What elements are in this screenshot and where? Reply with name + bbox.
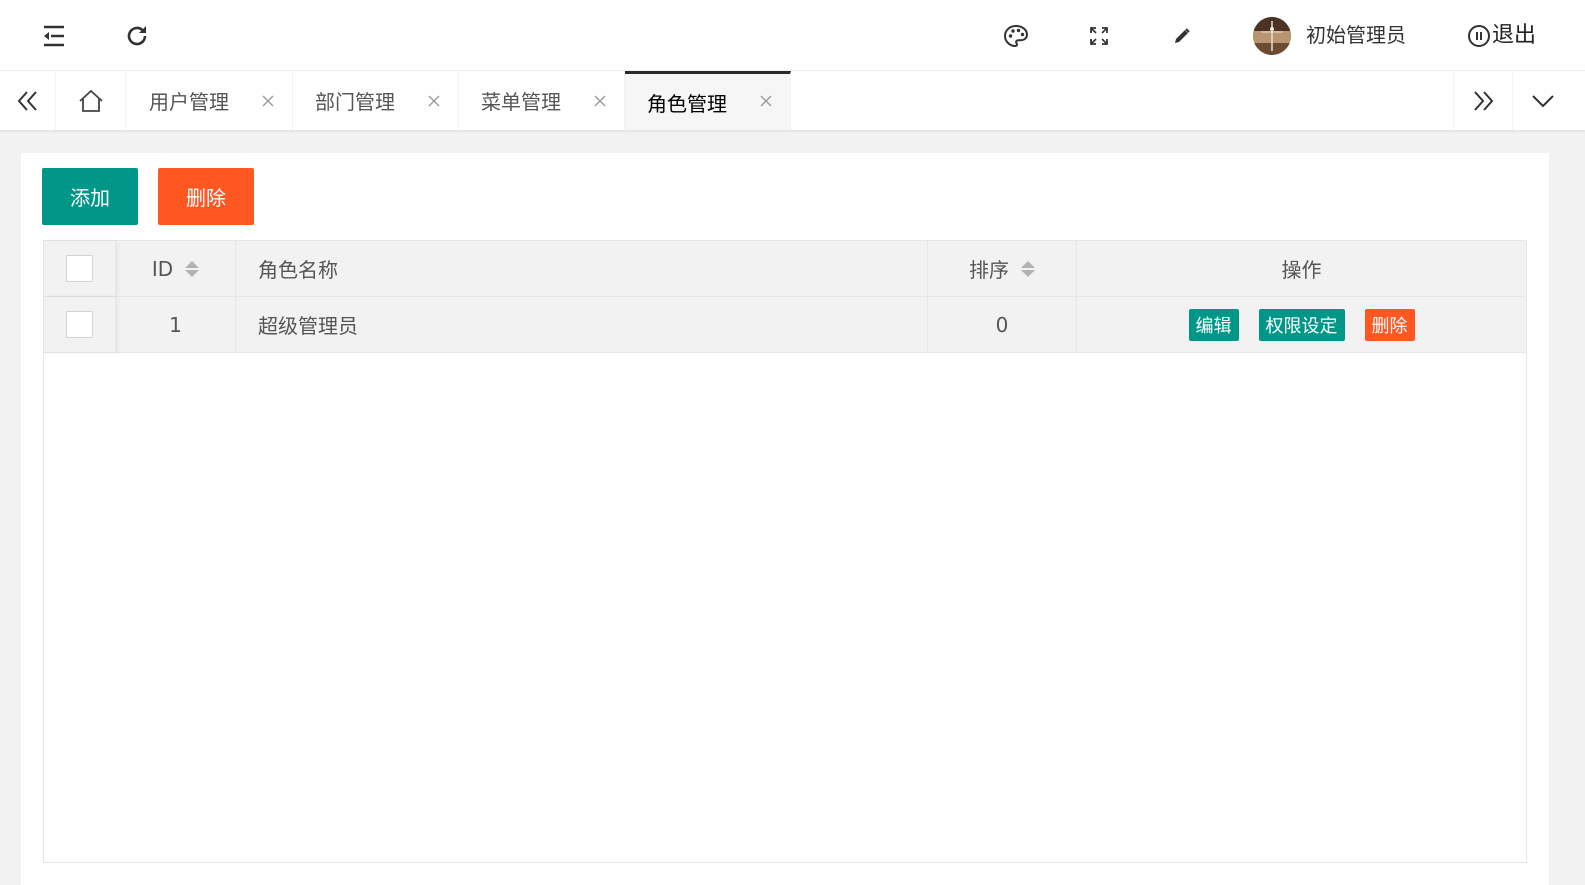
- close-icon[interactable]: [758, 93, 774, 109]
- column-header-label: 角色名称: [258, 258, 338, 282]
- column-header-label: 排序: [969, 258, 1009, 282]
- double-chevron-right-icon: [1474, 90, 1494, 111]
- tabs-bar: 用户管理 部门管理 菜单管理 角色管理: [0, 71, 1585, 131]
- logout-button[interactable]: 退出: [1468, 22, 1536, 50]
- avatar[interactable]: [1253, 17, 1291, 55]
- content-card: 添加 删除 ID 角色名称 排序 操作 1 超级管理员 0 编辑 权限设定 删除: [21, 153, 1549, 885]
- close-icon[interactable]: [426, 93, 442, 109]
- roles-table: ID 角色名称 排序 操作 1 超级管理员 0 编辑 权限设定 删除: [43, 240, 1527, 863]
- cell-actions: 编辑 权限设定 删除: [1077, 297, 1526, 352]
- tabs-scroll-right-button[interactable]: [1453, 71, 1512, 130]
- top-header: 初始管理员 退出: [0, 0, 1585, 71]
- row-checkbox[interactable]: [66, 311, 93, 338]
- edit-button[interactable]: 编辑: [1188, 308, 1239, 341]
- tabs-dropdown-button[interactable]: [1512, 71, 1572, 130]
- user-name[interactable]: 初始管理员: [1306, 22, 1406, 48]
- sort-icon[interactable]: [185, 260, 200, 277]
- table-row: 1 超级管理员 0 编辑 权限设定 删除: [44, 297, 1526, 353]
- select-all-checkbox[interactable]: [66, 255, 93, 282]
- permissions-button[interactable]: 权限设定: [1258, 308, 1345, 341]
- header-checkbox-cell: [44, 241, 116, 296]
- tab-department-management[interactable]: 部门管理: [293, 71, 459, 130]
- column-header-id[interactable]: ID: [116, 241, 236, 296]
- add-button[interactable]: 添加: [42, 168, 138, 225]
- tab-label: 用户管理: [149, 90, 229, 114]
- pencil-icon[interactable]: [1166, 20, 1198, 52]
- indent-menu-icon[interactable]: [38, 20, 70, 52]
- delete-button[interactable]: 删除: [158, 168, 254, 225]
- chevron-down-icon: [1531, 94, 1554, 107]
- close-icon[interactable]: [260, 93, 276, 109]
- column-header-label: ID: [151, 256, 174, 281]
- palette-icon[interactable]: [1000, 20, 1032, 52]
- row-checkbox-cell: [44, 297, 116, 352]
- fullscreen-icon[interactable]: [1083, 20, 1115, 52]
- sort-icon[interactable]: [1021, 260, 1035, 277]
- logout-label: 退出: [1492, 23, 1537, 48]
- column-header-label: 操作: [1281, 258, 1322, 282]
- column-header-name: 角色名称: [236, 241, 928, 296]
- close-icon[interactable]: [592, 93, 608, 109]
- tab-role-management[interactable]: 角色管理: [625, 71, 791, 130]
- tab-label: 角色管理: [647, 91, 727, 116]
- tab-menu-management[interactable]: 菜单管理: [459, 71, 625, 130]
- column-header-actions: 操作: [1077, 241, 1526, 296]
- cell-sort: 0: [928, 297, 1077, 352]
- tab-user-management[interactable]: 用户管理: [127, 71, 293, 130]
- tab-home[interactable]: [56, 71, 126, 130]
- refresh-icon[interactable]: [121, 20, 153, 52]
- cell-name: 超级管理员: [236, 297, 928, 352]
- home-icon: [78, 89, 103, 112]
- cell-id: 1: [116, 297, 236, 352]
- double-chevron-left-icon: [17, 90, 37, 111]
- tab-label: 菜单管理: [481, 90, 561, 114]
- row-delete-button[interactable]: 删除: [1364, 308, 1415, 341]
- tabs-scroll-left-button[interactable]: [0, 71, 56, 130]
- power-icon: [1468, 25, 1490, 47]
- table-header-row: ID 角色名称 排序 操作: [44, 241, 1526, 297]
- column-header-sort[interactable]: 排序: [928, 241, 1077, 296]
- tab-label: 部门管理: [315, 90, 395, 114]
